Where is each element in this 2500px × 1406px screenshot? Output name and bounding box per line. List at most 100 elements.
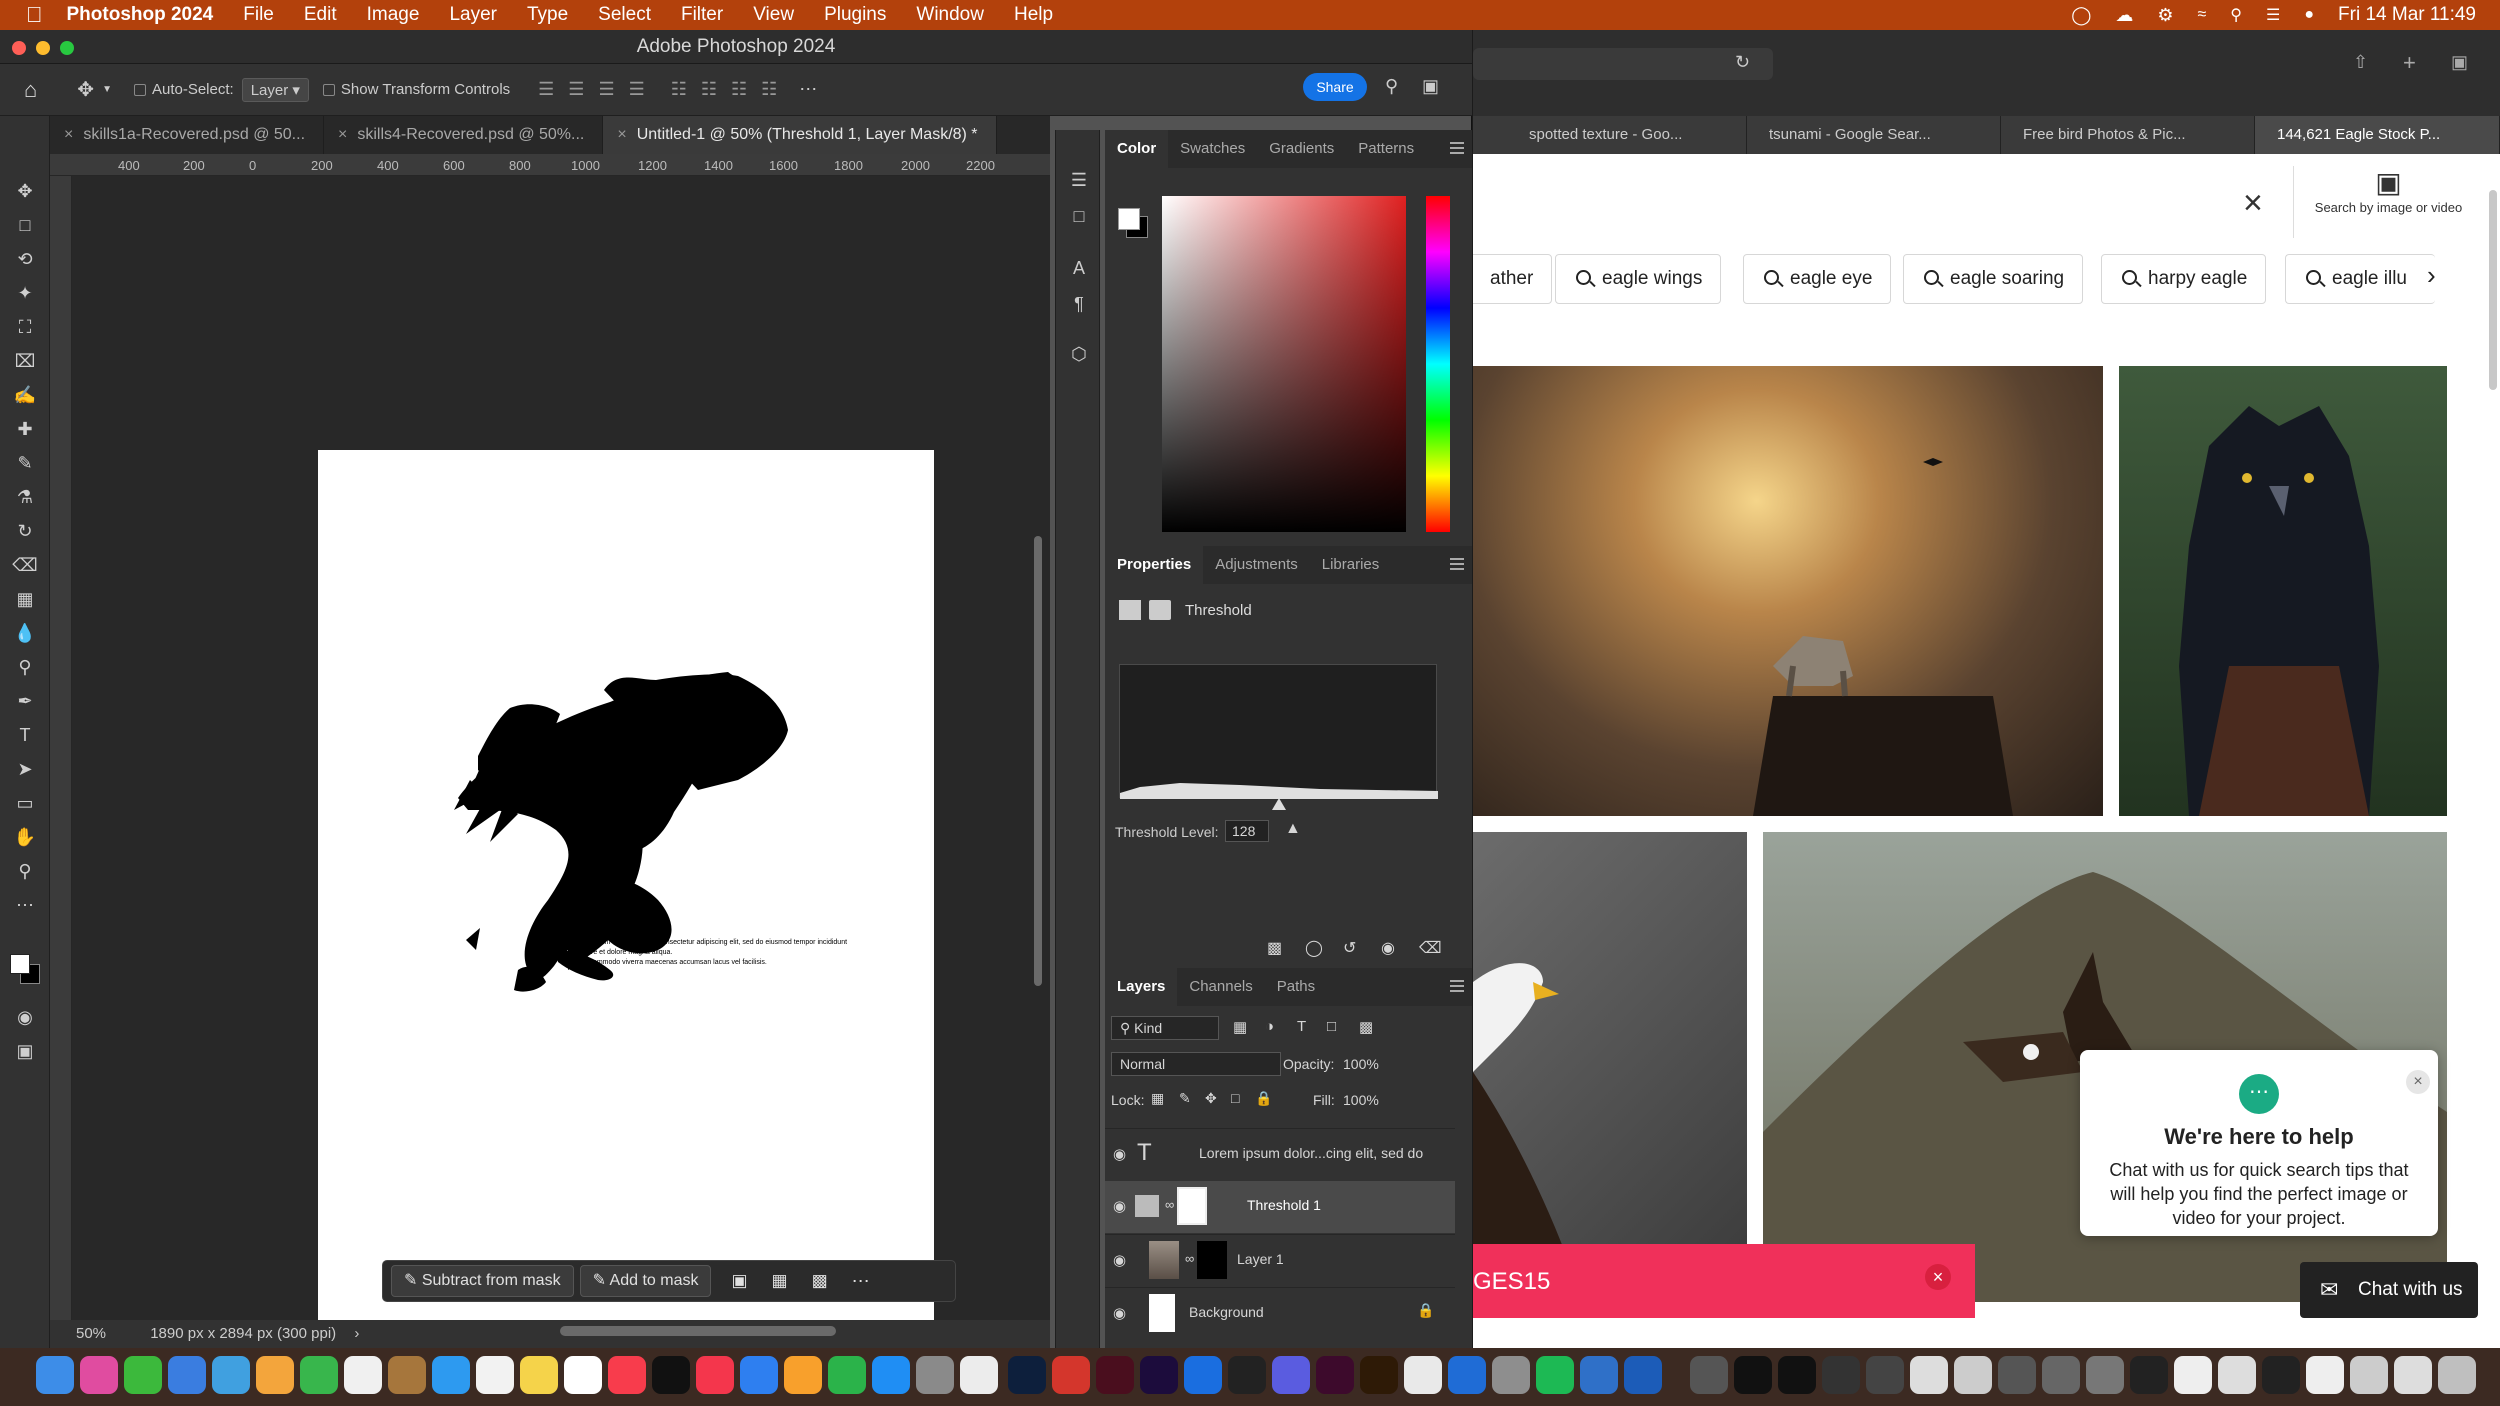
horizontal-scrollbar[interactable] [560,1326,836,1336]
recent-document-icon[interactable] [1690,1356,1728,1394]
menu-view[interactable]: View [753,4,794,26]
invert-mask-icon[interactable]: ▦ [772,1271,788,1291]
close-window-button[interactable] [12,41,26,55]
freeform-icon[interactable] [564,1356,602,1394]
edge-icon[interactable] [1448,1356,1486,1394]
recent-document-icon[interactable] [2394,1356,2432,1394]
premiere-icon[interactable] [1140,1356,1178,1394]
app-store-icon[interactable] [872,1356,910,1394]
safari-icon[interactable] [432,1356,470,1394]
pages-icon[interactable] [784,1356,822,1394]
history-brush-tool-icon[interactable]: ↻ [12,518,38,544]
hand-tool-icon[interactable]: ✋ [12,824,38,850]
tab-properties[interactable]: Properties [1105,546,1204,584]
search-icon[interactable]: ⚲ [2230,5,2242,25]
acrobat-icon[interactable] [1052,1356,1090,1394]
lock-artboard-icon[interactable]: □ [1231,1090,1239,1106]
recent-document-icon[interactable] [2042,1356,2080,1394]
eye-icon[interactable]: ◉ [1113,1145,1126,1163]
related-chip[interactable]: ather [1473,254,1553,304]
contacts-icon[interactable] [388,1356,426,1394]
menu-select[interactable]: Select [598,4,651,26]
trash-icon[interactable]: ⌫ [1419,938,1442,958]
doc-tab-skills4[interactable]: × skills4-Recovered.psd @ 50%... [324,116,604,154]
search-by-image-button[interactable]: ▣ Search by image or video [2293,166,2483,238]
new-tab-icon[interactable]: + [2403,50,2416,76]
gear-icon[interactable]: ⚙ [2157,5,2173,26]
tab-swatches[interactable]: Swatches [1168,130,1257,168]
lock-all-icon[interactable]: 🔒 [1255,1090,1272,1107]
creative-cloud-icon[interactable]: ◯ [2071,5,2091,26]
zoom-window-button[interactable] [60,41,74,55]
visibility-icon[interactable]: ◉ [1381,938,1395,958]
3d-icon[interactable]: ⬡ [1067,344,1091,368]
menu-help[interactable]: Help [1014,4,1053,26]
lock-position-icon[interactable]: ✥ [1205,1090,1217,1107]
panel-menu-icon[interactable] [1450,558,1464,560]
dodge-tool-icon[interactable]: ⚲ [12,654,38,680]
screen-mode-icon[interactable]: ▣ [12,1038,38,1064]
mask-icon[interactable] [1149,600,1171,620]
doc-tab-skills1a[interactable]: × skills1a-Recovered.psd @ 50... [50,116,325,154]
edit-toolbar-icon[interactable]: ⋯ [12,892,38,918]
font-book-icon[interactable] [1492,1356,1530,1394]
minimize-window-button[interactable] [36,41,50,55]
link-icon[interactable]: ∞ [1185,1251,1194,1266]
chevron-right-icon[interactable]: › [2427,260,2436,291]
spotify-icon[interactable] [1536,1356,1574,1394]
lasso-tool-icon[interactable]: ⟲ [12,246,38,272]
launchpad-icon[interactable] [80,1356,118,1394]
blur-tool-icon[interactable]: 💧 [12,620,38,646]
gradient-tool-icon[interactable]: ▦ [12,586,38,612]
threshold-level-input[interactable]: 128 [1225,820,1269,842]
related-chip[interactable]: eagle eye [1743,254,1892,304]
home-icon[interactable]: ⌂ [24,77,37,103]
align-center-icon[interactable]: ☰ [568,79,584,100]
keynote-icon[interactable] [740,1356,778,1394]
result-image-harpy-eagle[interactable] [2119,366,2447,816]
tab-adjustments[interactable]: Adjustments [1203,546,1310,584]
recent-document-icon[interactable] [2174,1356,2212,1394]
link-icon[interactable]: ∞ [1165,1197,1174,1212]
reminders-icon[interactable] [476,1356,514,1394]
quick-mask-icon[interactable]: ◉ [12,1004,38,1030]
zoom-tool-icon[interactable]: ⚲ [12,858,38,884]
menubar-clock[interactable]: Fri 14 Mar 11:49 [2338,4,2476,26]
browser-tab[interactable]: Free bird Photos & Pic... [2001,116,2255,154]
recent-document-icon[interactable] [1822,1356,1860,1394]
notes-icon[interactable] [520,1356,558,1394]
recent-document-icon[interactable] [1954,1356,1992,1394]
lock-paint-icon[interactable]: ✎ [1179,1090,1191,1107]
trash-icon[interactable] [2438,1356,2476,1394]
maps-icon[interactable] [212,1356,250,1394]
align-left-icon[interactable]: ☰ [538,79,554,100]
layer-mask-thumbnail[interactable] [1177,1187,1207,1225]
auto-select-checkbox[interactable] [133,83,146,96]
menu-type[interactable]: Type [527,4,568,26]
preview-icon[interactable] [960,1356,998,1394]
mail-icon[interactable] [168,1356,206,1394]
tab-layers[interactable]: Layers [1105,968,1178,1006]
search-icon[interactable]: ⚲ [1385,76,1398,97]
close-search-icon[interactable]: × [2243,184,2263,223]
teams-icon[interactable] [1272,1356,1310,1394]
siri-icon[interactable]: ● [2304,6,2314,24]
recent-document-icon[interactable] [1778,1356,1816,1394]
path-selection-tool-icon[interactable]: ➤ [12,756,38,782]
browser-tab[interactable]: spotted texture - Goo... [1473,116,1747,154]
recent-document-icon[interactable] [2130,1356,2168,1394]
menu-app-name[interactable]: Photoshop 2024 [67,4,214,26]
paragraph-icon[interactable]: ¶ [1067,294,1091,318]
recent-document-icon[interactable] [2350,1356,2388,1394]
comments-icon[interactable]: □ [1067,206,1091,230]
mask-settings-icon[interactable]: ▩ [812,1271,828,1291]
related-chip[interactable]: eagle soaring [1903,254,2084,304]
scrollbar-thumb[interactable] [2489,190,2497,390]
layer-name[interactable]: Background [1189,1304,1264,1320]
numbers-icon[interactable] [828,1356,866,1394]
recent-document-icon[interactable] [1998,1356,2036,1394]
finder-icon[interactable] [36,1356,74,1394]
chrome-icon[interactable] [1404,1356,1442,1394]
tab-overview-icon[interactable]: ▣ [2451,52,2468,73]
eyedropper-tool-icon[interactable]: ✍ [12,382,38,408]
